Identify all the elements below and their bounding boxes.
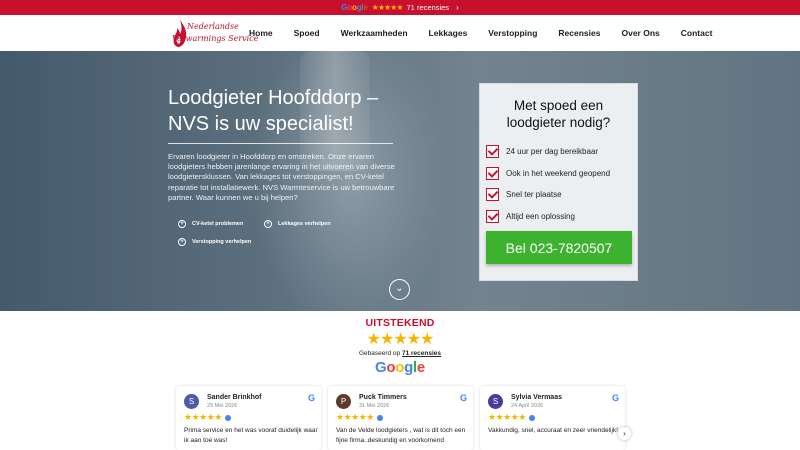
top-stars: ★★★★★	[371, 3, 404, 12]
logo-line-1: Nederlandse	[187, 22, 239, 31]
list-item: 24 uur per dag bereikbaar	[486, 141, 610, 163]
benefit-label: Snel ter plaatse	[506, 190, 562, 200]
avatar: P	[336, 394, 351, 409]
checkbox-icon	[486, 209, 499, 223]
review-stars: ★★★★★	[184, 412, 231, 423]
reviewer-name: Sander Brinkhof	[207, 394, 262, 401]
verified-icon	[528, 414, 535, 421]
nav-item-over-ons[interactable]: Over Ons	[621, 28, 659, 38]
chevron-down-icon: ⌄	[395, 283, 404, 294]
call-button[interactable]: Bel 023-7820507	[486, 231, 632, 264]
benefit-label: Altijd een oplossing	[506, 211, 575, 221]
nav-item-contact[interactable]: Contact	[681, 28, 713, 38]
review-text: Prima service en het was vooraf duidelij…	[184, 427, 318, 444]
site-header: Nederlandse Verwarmings Service Home Spo…	[0, 15, 800, 51]
rating-label: UITSTEKEND	[365, 317, 435, 329]
review-card[interactable]: P Puck Timmers 31 Mei 2026 G ★★★★★ Van d…	[328, 386, 473, 450]
nav-item-recensies[interactable]: Recensies	[558, 28, 600, 38]
logo-line-2: Verwarmings Service	[172, 34, 259, 43]
review-stars: ★★★★★	[336, 412, 383, 423]
reviewer-name: Sylvia Vermaas	[511, 394, 562, 401]
review-date: 31 Mei 2026	[359, 403, 390, 409]
reviews-count-link[interactable]: 71 recensies	[402, 350, 441, 357]
hero-section: Loodgieter Hoofddorp – NVS is uw special…	[0, 51, 800, 311]
nav-item-lekkages[interactable]: Lekkages	[429, 28, 468, 38]
top-reviews-count[interactable]: 71 recensies	[407, 3, 450, 12]
feature-verstopping[interactable]: + Verstopping verhelpen	[178, 238, 251, 246]
hero-divider	[168, 143, 393, 144]
urgent-card: Met spoed een loodgieter nodig? 24 uur p…	[479, 83, 638, 281]
next-review-button[interactable]: ›	[618, 427, 631, 440]
list-item: Ook in het weekend geopend	[486, 163, 610, 185]
google-logo: Google	[375, 359, 425, 376]
feature-label: Lekkages verhelpen	[278, 221, 331, 227]
hero-intro: Ervaren loodgieter in Hoofddorp en omstr…	[168, 152, 395, 202]
list-item: Snel ter plaatse	[486, 184, 610, 206]
scroll-down-button[interactable]: ⌄	[389, 279, 410, 300]
google-logo-text: Google	[341, 3, 368, 12]
hero-title: Loodgieter Hoofddorp – NVS is uw special…	[168, 87, 379, 135]
nav-item-home[interactable]: Home	[249, 28, 273, 38]
review-stars: ★★★★★	[488, 412, 535, 423]
based-on-text: Gebaseerd op 71 recensies	[358, 350, 442, 357]
benefit-label: 24 uur per dag bereikbaar	[506, 147, 599, 157]
feature-cv-ketel[interactable]: + CV-ketel problemen	[178, 220, 243, 228]
review-text: Vakkundig, snel, accuraat en zeer vriend…	[488, 427, 618, 434]
checkbox-icon	[486, 188, 499, 202]
top-rating-bar[interactable]: Google ★★★★★ 71 recensies ›	[0, 0, 800, 15]
rating-stars: ★★★★★	[366, 331, 435, 348]
reviewer-name: Puck Timmers	[359, 394, 407, 401]
reviews-summary: UITSTEKEND ★★★★★ Gebaseerd op 71 recensi…	[0, 317, 800, 376]
feature-lekkages[interactable]: + Lekkages verhelpen	[264, 220, 331, 228]
feature-label: Verstopping verhelpen	[192, 239, 252, 245]
plus-circle-icon: +	[264, 220, 272, 228]
avatar: S	[488, 394, 503, 409]
benefit-label: Ook in het weekend geopend	[506, 168, 611, 178]
logo[interactable]: Nederlandse Verwarmings Service	[170, 18, 258, 50]
verified-icon	[224, 414, 231, 421]
plus-circle-icon: +	[178, 220, 186, 228]
checkbox-icon	[486, 145, 499, 159]
google-g-icon: G	[307, 393, 315, 403]
benefit-list: 24 uur per dag bereikbaar Ook in het wee…	[486, 141, 610, 227]
chevron-right-icon[interactable]: ›	[456, 3, 459, 12]
google-g-icon: G	[459, 393, 467, 403]
review-card[interactable]: S Sylvia Vermaas 24 April 2026 G ★★★★★ V…	[480, 386, 625, 450]
review-text: Van de Velde loodgieters , wat is dit to…	[336, 427, 466, 444]
review-date: 24 April 2026	[511, 403, 544, 409]
verified-icon	[376, 414, 383, 421]
google-g-icon: G	[611, 393, 619, 403]
plus-circle-icon: +	[178, 238, 186, 246]
feature-label: CV-ketel problemen	[192, 221, 244, 227]
nav-item-spoed[interactable]: Spoed	[294, 28, 320, 38]
avatar: S	[184, 394, 199, 409]
nav-item-verstopping[interactable]: Verstopping	[488, 28, 537, 38]
checkbox-icon	[486, 166, 499, 180]
main-nav: Home Spoed Werkzaamheden Lekkages Versto…	[249, 15, 733, 51]
nav-item-werkzaamheden[interactable]: Werkzaamheden	[341, 28, 408, 38]
review-card[interactable]: S Sander Brinkhof 29 Mei 2026 G ★★★★★ Pr…	[176, 386, 321, 450]
list-item: Altijd een oplossing	[486, 206, 610, 228]
review-date: 29 Mei 2026	[207, 403, 238, 409]
urgent-card-title: Met spoed een loodgieter nodig?	[506, 98, 611, 130]
